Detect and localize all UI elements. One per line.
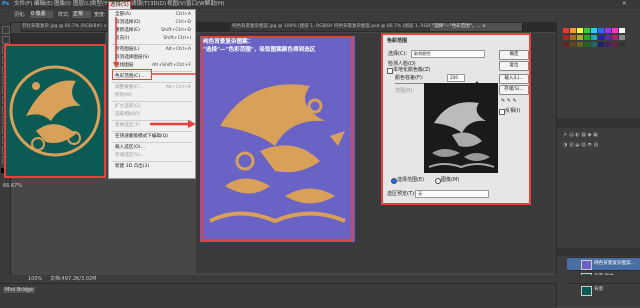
swatch[interactable] xyxy=(584,42,590,47)
swatch[interactable] xyxy=(612,42,618,47)
swatch[interactable] xyxy=(577,28,583,33)
layer-row[interactable]: 背景 xyxy=(567,283,640,296)
swatch[interactable] xyxy=(563,35,569,40)
selection-preview-label: 选区预览(T): xyxy=(387,191,416,197)
swatch[interactable] xyxy=(612,35,618,40)
adjustments-panel-header[interactable] xyxy=(557,118,640,128)
swatch[interactable] xyxy=(570,42,576,47)
radio-selection-label: 选择范围(E) xyxy=(397,177,425,183)
fuzziness-input[interactable]: 200 xyxy=(447,74,465,82)
swatch[interactable] xyxy=(598,28,604,33)
range-label: 范围(R): xyxy=(395,88,415,94)
swatch[interactable] xyxy=(619,35,625,40)
swatch[interactable] xyxy=(612,28,618,33)
eyedropper-icon[interactable]: ✎ ✎ ✎ xyxy=(501,98,517,104)
fuzziness-label: 颜色容差(F): xyxy=(395,75,424,81)
layer-name: 背景 xyxy=(594,287,604,292)
layer-name: 纯色背景复杂图案... xyxy=(594,261,636,266)
adjustment-icons-row2[interactable]: ◑ ▥ ◒ ▧ ◓ ▨ xyxy=(563,142,598,148)
swatch[interactable] xyxy=(563,42,569,47)
swatch[interactable] xyxy=(591,42,597,47)
swatch[interactable] xyxy=(570,28,576,33)
zoom-readout: 100% xyxy=(28,276,43,282)
swatch[interactable] xyxy=(605,35,611,40)
selection-preview-image xyxy=(424,83,498,173)
mini-bridge-bar: Mini Bridge xyxy=(0,283,556,308)
swatch[interactable] xyxy=(619,42,625,47)
swatch[interactable] xyxy=(598,42,604,47)
layer-row-selected[interactable]: 纯色背景复杂图案... xyxy=(567,257,640,270)
swatch[interactable] xyxy=(591,35,597,40)
swatch[interactable] xyxy=(605,42,611,47)
swatch[interactable] xyxy=(577,42,583,47)
swatch[interactable] xyxy=(584,35,590,40)
swatch[interactable] xyxy=(605,28,611,33)
radio-image-label: 图像(M) xyxy=(441,177,460,183)
layer-thumbnail xyxy=(581,260,592,270)
swatch[interactable] xyxy=(619,28,625,33)
select-label: 选择(C): xyxy=(388,51,408,57)
layers-panel-header[interactable] xyxy=(557,248,640,256)
adjustment-icons[interactable]: ☀ ▤ ◐ ▦ ◆ ▣ xyxy=(563,132,598,138)
invert-label: 反相(I) xyxy=(505,108,521,114)
selection-preview-dropdown[interactable]: 无 xyxy=(415,190,489,198)
status-bar: 100% 文档:497.2K/3.02M xyxy=(0,275,640,283)
doc-size-readout: 文档:497.2K/3.02M xyxy=(50,276,97,282)
load-button[interactable]: 载入(L)... xyxy=(499,74,529,84)
mini-bridge-tab[interactable]: Mini Bridge xyxy=(3,287,36,293)
swatch[interactable] xyxy=(598,35,604,40)
swatch[interactable] xyxy=(577,35,583,40)
dialog-title: 色彩范围 xyxy=(387,38,408,44)
swatch[interactable] xyxy=(591,28,597,33)
ok-button[interactable]: 确定 xyxy=(499,50,529,60)
select-dropdown[interactable]: 取样颜色 xyxy=(411,50,485,58)
artwork-highlight-frame xyxy=(201,36,353,241)
swatch[interactable] xyxy=(563,28,569,33)
swatch[interactable] xyxy=(570,35,576,40)
swatch[interactable] xyxy=(584,28,590,33)
localized-label: 本地化颜色簇(Z) xyxy=(393,67,431,73)
layer-thumbnail xyxy=(581,286,592,296)
reset-button[interactable]: 复位 xyxy=(499,61,529,71)
save-button[interactable]: 存储(S)... xyxy=(499,85,529,95)
